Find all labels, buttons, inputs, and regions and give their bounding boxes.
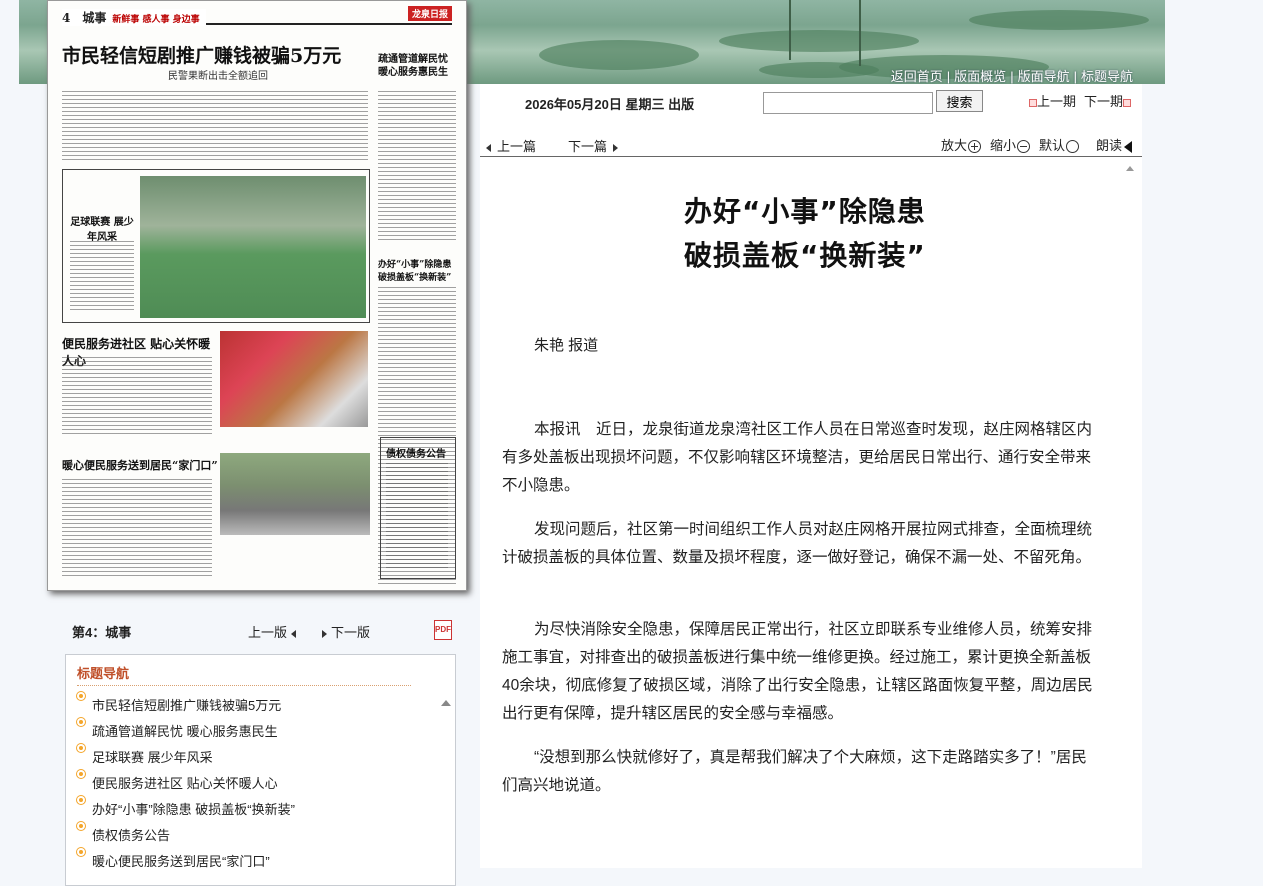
read-aloud-button[interactable]: 朗读 [1096, 135, 1133, 154]
title-nav-link[interactable]: 标题导航 [1081, 69, 1133, 84]
search-input[interactable] [763, 92, 933, 114]
paper-text-block [70, 241, 134, 311]
bullet-icon [77, 848, 85, 856]
article-title-line2: 破损盖板“换新装” [684, 239, 926, 272]
prev-page-link[interactable]: 上一版 [248, 622, 297, 641]
article-toolbar: 上一篇 下一篇 放大 缩小 默认 朗读 [480, 128, 1142, 157]
next-article-link[interactable]: 下一篇 [568, 136, 619, 155]
article-paragraph: 发现问题后，社区第一时间组织工作人员对赵庄网格开展拉网式排查，全面梳理统计破损盖… [502, 521, 1093, 566]
article-title-line1: 办好“小事”除隐患 [684, 195, 926, 228]
pdf-download-icon[interactable]: PDF [434, 620, 452, 640]
speaker-icon [1124, 140, 1133, 153]
zoom-in-button[interactable]: 放大 [941, 135, 982, 154]
lotus-pad-decoration [969, 10, 1149, 30]
article-paragraph: 为尽快消除安全隐患，保障居民正常出行，社区立即联系专业维修人员，统筹安排施工事宜… [502, 621, 1093, 722]
article-panel: 2026年05月20日 星期三 出版 搜索 上一期 下一期 上一篇 下一篇 放大… [480, 84, 1142, 868]
paper-text-block [62, 357, 212, 437]
title-list-item[interactable]: 足球联赛 展少年风采 [77, 744, 437, 771]
lotus-pad-decoration [719, 30, 919, 52]
triangle-right-icon [613, 143, 619, 152]
current-page-label: 第4：城事 [72, 625, 132, 640]
next-page-link[interactable]: 下一版 [322, 622, 370, 641]
divider [77, 685, 411, 686]
title-nav-header: 标题导航 [77, 666, 130, 681]
prev-issue-icon [1029, 98, 1037, 107]
title-list-item[interactable]: 办好“小事”除隐患 破损盖板“换新装” [77, 796, 437, 823]
banner-nav-links: 返回首页 | 版面概览 | 版面导航 | 标题导航 [890, 69, 1133, 84]
article-byline: 朱艳 报道 [534, 337, 599, 354]
prev-issue-link[interactable]: 上一期 [1029, 91, 1076, 110]
zoom-default-button[interactable]: 默认 [1039, 135, 1080, 154]
bullet-icon [77, 692, 85, 700]
scroll-up-arrow-icon[interactable] [1126, 166, 1134, 171]
paper-notice-title: 债权债务公告 [386, 449, 446, 460]
zoom-out-button[interactable]: 缩小 [990, 135, 1031, 154]
next-issue-icon [1123, 98, 1132, 107]
paper-story-title: 足球联赛 展少年风采 [70, 217, 134, 243]
bullet-icon [77, 718, 85, 726]
bullet-icon [77, 744, 85, 752]
paper-text-block [62, 479, 212, 579]
triangle-left-icon [486, 143, 491, 152]
paper-subhead: 民警果断出击全额追回 [168, 71, 268, 82]
title-list-item[interactable]: 债权债务公告 [77, 822, 437, 849]
paper-text-block [386, 463, 448, 571]
page-overview-link[interactable]: 版面概览 [954, 69, 1006, 84]
paper-page-header: 4 城事 新鲜事 感人事 身边事 龙泉日报 [62, 6, 452, 26]
title-list: 市民轻信短剧推广赚钱被骗5万元 疏通管道解民忧 暖心服务惠民生 足球联赛 展少年… [77, 692, 437, 875]
home-link[interactable]: 返回首页 [891, 69, 943, 84]
lotus-stem-decoration [789, 0, 791, 60]
article-paragraph: 本报讯 近日，龙泉街道龙泉湾社区工作人员在日常巡查时发现，赵庄网格辖区内有多处盖… [502, 421, 1093, 494]
paper-text-block [378, 91, 456, 241]
paper-story-title: 暖心便民服务送到居民“家门口” [62, 459, 218, 472]
newspaper-page-thumbnail[interactable]: 4 城事 新鲜事 感人事 身边事 龙泉日报 市民轻信短剧推广赚钱被骗5万元 民警果… [47, 0, 467, 591]
paper-headline[interactable]: 市民轻信短剧推广赚钱被骗5万元 [62, 41, 368, 68]
paper-text-block [62, 91, 368, 161]
title-list-item[interactable]: 疏通管道解民忧 暖心服务惠民生 [77, 718, 437, 745]
football-photo [140, 176, 366, 318]
lotus-pad-decoration [759, 62, 879, 78]
circle-icon [1066, 140, 1080, 154]
search-button[interactable]: 搜索 [936, 90, 983, 112]
scroll-up-arrow-icon[interactable] [441, 700, 451, 706]
article-paragraph: “没想到那么快就修好了，真是帮我们解决了个大麻烦，这下走路踏实多了！”居民们高兴… [502, 749, 1087, 794]
bullet-icon [77, 822, 85, 830]
title-list-item[interactable]: 便民服务进社区 贴心关怀暖人心 [77, 770, 437, 797]
lotus-stem-decoration [859, 0, 861, 66]
community-service-photo [220, 331, 368, 427]
street-photo [220, 453, 370, 535]
page-nav-link[interactable]: 版面导航 [1018, 69, 1070, 84]
prev-article-link[interactable]: 上一篇 [486, 136, 536, 155]
title-list-item[interactable]: 暖心便民服务送到居民“家门口” [77, 848, 437, 875]
bullet-icon [77, 796, 85, 804]
paper-side-headline[interactable]: 疏通管道解民忧 暖心服务惠民生 [378, 53, 456, 79]
paper-logo: 龙泉日报 [407, 6, 452, 21]
bullet-icon [77, 770, 85, 778]
plus-circle-icon [968, 140, 982, 154]
minus-circle-icon [1017, 140, 1031, 154]
issue-date: 2026年05月20日 星期三 出版 [525, 97, 695, 112]
paper-story-title: 办好“小事”除隐患 破损盖板“换新装” [378, 260, 452, 283]
next-issue-link[interactable]: 下一期 [1084, 91, 1132, 110]
page-navigation: 第4：城事 上一版 下一版 PDF [72, 620, 457, 641]
title-navigation-panel: 标题导航 市民轻信短剧推广赚钱被骗5万元 疏通管道解民忧 暖心服务惠民生 足球联… [65, 654, 456, 886]
lotus-pad-decoration [539, 40, 699, 70]
title-list-item[interactable]: 市民轻信短剧推广赚钱被骗5万元 [77, 692, 437, 719]
